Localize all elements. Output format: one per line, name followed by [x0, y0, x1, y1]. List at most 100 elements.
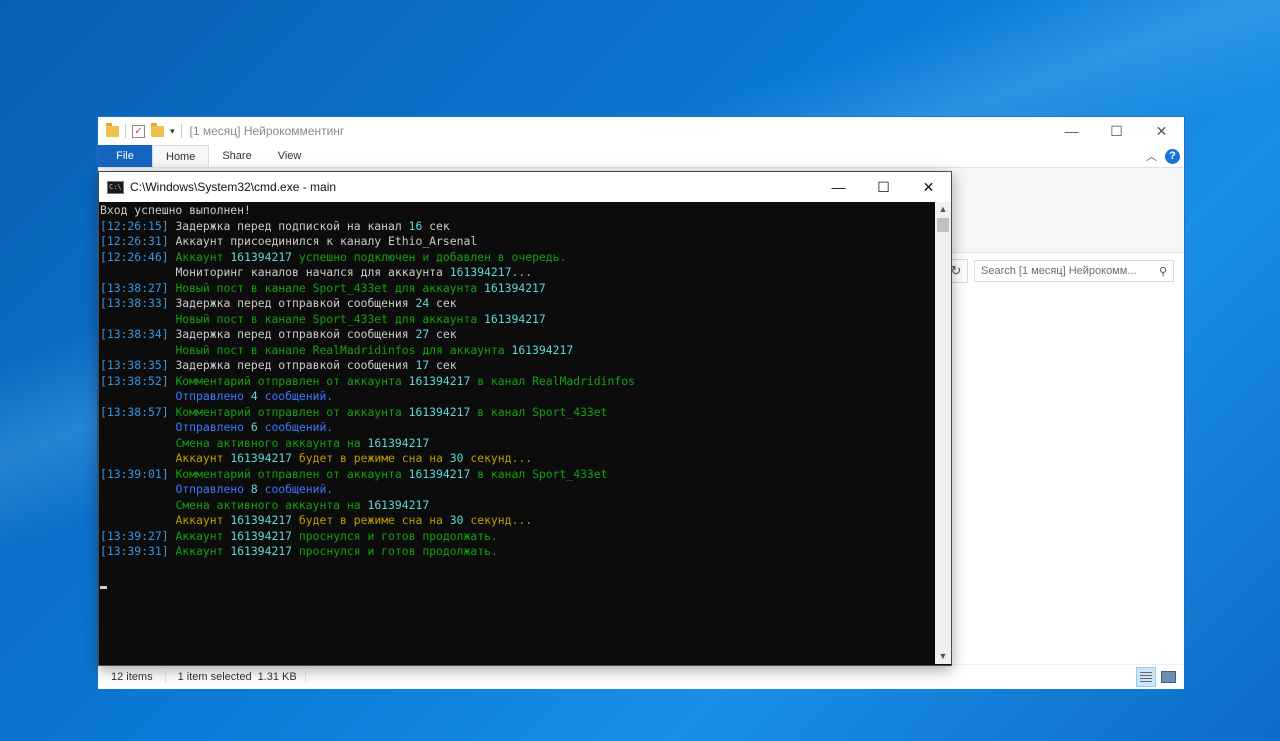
log-text: 6 — [250, 420, 258, 434]
log-text: Мониторинг каналов начался для аккаунта — [175, 265, 450, 279]
console-line: [13:39:31] Аккаунт 161394217 проснулся и… — [100, 544, 935, 560]
console-line: Смена активного аккаунта на 161394217 — [100, 498, 935, 514]
search-icon: ⚲ — [1158, 265, 1167, 278]
log-text: Аккаунт присоединился к каналу Ethio_Ars… — [175, 234, 478, 248]
log-timestamp: [12:26:46] — [100, 249, 176, 264]
text-cursor — [100, 585, 107, 589]
log-text: Отправлено — [175, 482, 251, 496]
log-text: 161394217 — [230, 544, 293, 558]
log-text: 161394217 — [230, 451, 293, 465]
log-text: Комментарий отправлен от аккаунта — [175, 466, 409, 481]
scrollbar-thumb[interactable] — [937, 218, 949, 232]
log-text: Комментарий отправлен от аккаунта — [175, 373, 409, 388]
large-icons-view-button[interactable] — [1158, 667, 1178, 687]
log-text: Задержка перед отправкой сообщения — [175, 296, 416, 310]
log-text: Задержка перед отправкой сообщения — [175, 358, 416, 372]
log-text: 161394217 — [408, 466, 471, 481]
console-line: [13:38:34] Задержка перед отправкой сооб… — [100, 327, 935, 343]
log-text: сообщений. — [257, 482, 334, 496]
scroll-down-arrow-icon[interactable]: ▼ — [935, 649, 951, 664]
ribbon-tabs: File Home Share View ︿ ? — [98, 145, 1184, 168]
cmd-minimize-button[interactable]: — — [816, 172, 861, 202]
console-line: Отправлено 4 сообщений. — [100, 389, 935, 405]
console-line: [13:39:01] Комментарий отправлен от акка… — [100, 467, 935, 483]
cmd-window-title: C:\Windows\System32\cmd.exe - main — [130, 180, 337, 194]
tab-share[interactable]: Share — [209, 145, 264, 167]
details-view-button[interactable] — [1136, 667, 1156, 687]
console-line: [13:38:27] Новый пост в канале Sport_433… — [100, 281, 935, 297]
console-output[interactable]: Вход успешно выполнен! [12:26:15] Задержк… — [100, 202, 935, 665]
view-toggle — [1136, 667, 1178, 687]
search-placeholder: Search [1 месяц] Нейрокомм... — [981, 265, 1137, 277]
log-text: Новый пост в канале Sport_433et для акка… — [175, 311, 485, 326]
log-text: проснулся и готов продолжать. — [292, 528, 498, 543]
log-text: Аккаунт — [175, 249, 231, 264]
log-text: в канал RealMadridinfos — [470, 373, 635, 388]
item-count: 12 items — [111, 671, 166, 683]
log-text: в канал Sport_433et — [470, 404, 608, 419]
log-text: 4 — [250, 389, 258, 403]
explorer-window-controls: — ☐ ✕ — [1049, 117, 1184, 145]
log-timestamp: [12:26:15] — [100, 218, 176, 233]
folder-icon — [106, 122, 119, 137]
log-text: Аккаунт — [175, 528, 231, 543]
cmd-maximize-button[interactable]: ☐ — [861, 172, 906, 202]
collapse-ribbon-chevron-icon[interactable]: ︿ — [1146, 148, 1157, 164]
log-text: 161394217 — [511, 342, 574, 357]
log-text: 27 — [415, 327, 430, 341]
log-timestamp: [13:38:52] — [100, 373, 176, 388]
console-scrollbar[interactable]: ▲ ▼ — [935, 202, 951, 664]
quick-access-toolbar: ✓ ▾ — [106, 122, 182, 138]
selection-size: 1.31 KB — [258, 671, 306, 683]
log-text: 161394217 — [367, 497, 430, 512]
console-line: [13:39:27] Аккаунт 161394217 проснулся и… — [100, 529, 935, 545]
explorer-titlebar: ✓ ▾ [1 месяц] Нейрокомментинг — ☐ ✕ — [98, 117, 1184, 145]
new-folder-icon[interactable] — [151, 122, 164, 137]
console-line: [12:26:31] Аккаунт присоединился к канал… — [100, 234, 935, 250]
cmd-window[interactable]: C:\ C:\Windows\System32\cmd.exe - main —… — [98, 171, 952, 666]
log-text: Отправлено — [175, 389, 251, 403]
tab-file[interactable]: File — [98, 145, 152, 167]
log-text: 161394217 — [484, 311, 546, 326]
log-text: 161394217 — [230, 528, 293, 543]
scroll-up-arrow-icon[interactable]: ▲ — [935, 202, 951, 217]
log-text: Смена активного аккаунта на — [175, 435, 368, 450]
properties-check-icon[interactable]: ✓ — [132, 124, 145, 138]
close-button[interactable]: ✕ — [1139, 117, 1184, 145]
address-row: ↻ Search [1 месяц] Нейрокомм... ⚲ — [944, 259, 1184, 283]
log-text: секунд... — [463, 513, 533, 527]
tab-home[interactable]: Home — [152, 145, 210, 167]
log-text: будет в режиме сна на — [292, 513, 450, 527]
toolbar-separator — [125, 124, 126, 138]
cmd-close-button[interactable]: ✕ — [906, 172, 951, 202]
minimize-button[interactable]: — — [1049, 117, 1094, 145]
explorer-window-title: [1 месяц] Нейрокомментинг — [189, 124, 345, 138]
search-input[interactable]: Search [1 месяц] Нейрокомм... ⚲ — [974, 260, 1174, 282]
console-line: [13:38:33] Задержка перед отправкой сооб… — [100, 296, 935, 312]
log-text: сообщений. — [257, 389, 334, 403]
console-line: Вход успешно выполнен! — [100, 203, 935, 219]
log-text: сек — [429, 296, 457, 310]
tab-view[interactable]: View — [265, 145, 315, 167]
log-timestamp: [13:39:27] — [100, 528, 176, 543]
log-text: Отправлено — [175, 420, 251, 434]
customize-toolbar-dropdown-icon[interactable]: ▾ — [170, 126, 175, 137]
cmd-window-controls: — ☐ ✕ — [816, 172, 951, 202]
maximize-button[interactable]: ☐ — [1094, 117, 1139, 145]
log-text: сообщений. — [257, 420, 334, 434]
log-text: успешно подключен и добавлен в очередь. — [292, 249, 567, 264]
console-line: Новый пост в канале RealMadridinfos для … — [100, 343, 935, 359]
log-text: секунд... — [463, 451, 533, 465]
help-icon[interactable]: ? — [1165, 148, 1180, 164]
log-text: Задержка перед подпиской на канал — [175, 218, 409, 233]
log-text: 161394217 — [367, 435, 430, 450]
cmd-app-icon: C:\ — [107, 180, 124, 194]
